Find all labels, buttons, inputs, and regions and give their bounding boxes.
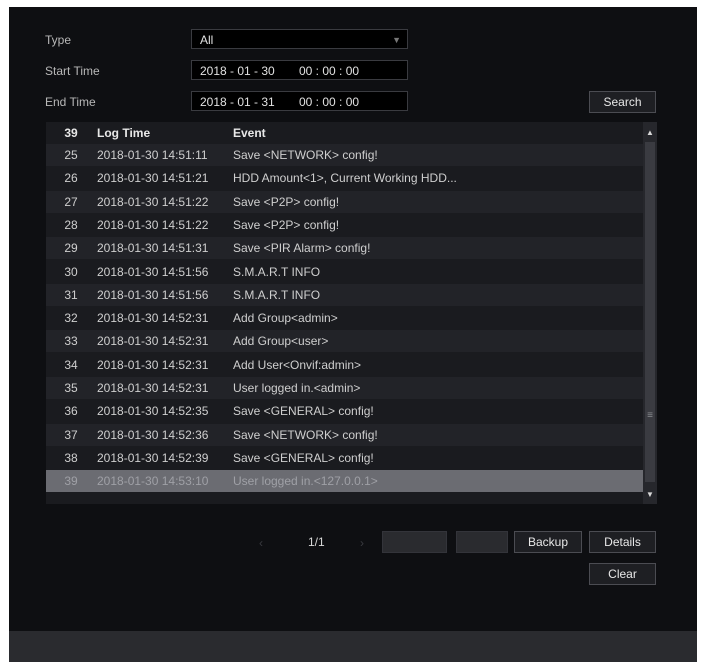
row-event: Save <NETWORK> config!: [233, 427, 378, 442]
row-number: 31: [64, 287, 78, 302]
start-date-value: 2018 - 01 - 30: [200, 64, 275, 78]
start-time-value: 00 : 00 : 00: [299, 64, 360, 78]
table-row[interactable]: 31 2018-01-30 14:51:56 S.M.A.R.T INFO: [46, 283, 643, 306]
row-number: 25: [64, 148, 78, 162]
row-event: Add User<Onvif:admin>: [233, 357, 362, 372]
header-event[interactable]: Event: [233, 122, 266, 144]
row-log-time: 2018-01-30 14:51:22: [97, 194, 209, 209]
table-row[interactable]: 32 2018-01-30 14:52:31 Add Group<admin>: [46, 307, 643, 330]
header-count: 39: [64, 126, 78, 140]
chevron-down-icon: ▼: [392, 35, 401, 45]
row-number: 28: [64, 217, 78, 232]
type-select[interactable]: All ▼: [191, 29, 408, 49]
row-number: 35: [64, 381, 78, 395]
row-number: 33: [64, 334, 78, 349]
scroll-up-icon[interactable]: ▲: [643, 128, 657, 137]
row-log-time: 2018-01-30 14:51:21: [97, 171, 209, 186]
row-event: Add Group<user>: [233, 334, 329, 349]
type-select-value: All: [200, 33, 214, 47]
table-row[interactable]: 35 2018-01-30 14:52:31 User logged in.<adm…: [46, 377, 643, 399]
start-time-label: Start Time: [45, 64, 100, 78]
row-log-time: 2018-01-30 14:52:36: [97, 427, 209, 442]
row-number: 34: [64, 357, 78, 372]
row-log-time: 2018-01-30 14:52:35: [97, 404, 209, 419]
row-log-time: 2018-01-30 14:51:56: [97, 287, 209, 302]
row-log-time: 2018-01-30 14:51:22: [97, 217, 209, 232]
row-log-time: 2018-01-30 14:51:11: [97, 148, 208, 162]
table-row[interactable]: 34 2018-01-30 14:52:31 Add User<Onvif:admi…: [46, 353, 643, 376]
table-scrollbar[interactable]: ▲ ≡ ▼: [643, 122, 657, 504]
row-log-time: 2018-01-30 14:52:31: [97, 334, 209, 349]
row-number: 26: [64, 171, 78, 186]
row-log-time: 2018-01-30 14:51:31: [97, 241, 209, 256]
row-event: Save <GENERAL> config!: [233, 404, 374, 419]
type-label: Type: [45, 33, 72, 47]
row-log-time: 2018-01-30 14:52:31: [97, 311, 209, 326]
table-row[interactable]: 27 2018-01-30 14:51:22 Save <P2P> config!: [46, 190, 643, 213]
end-date-value: 2018 - 01 - 31: [200, 95, 275, 109]
row-log-time: 2018-01-30 14:52:31: [97, 357, 209, 372]
start-time-field[interactable]: 2018 - 01 - 30 00 : 00 : 00: [191, 60, 408, 80]
page-number-input[interactable]: [382, 531, 447, 553]
row-event: S.M.A.R.T INFO: [233, 264, 321, 279]
row-log-time: 2018-01-30 14:52:31: [97, 381, 209, 395]
log-table: 39 Log Time Event 25 2018-01-30 14:51:11 S…: [46, 122, 657, 504]
clear-button[interactable]: Clear: [589, 563, 656, 585]
row-number: 30: [64, 264, 78, 279]
end-time-label: End Time: [45, 95, 96, 109]
row-event: Save <PIR Alarm> config!: [233, 241, 371, 256]
scroll-thumb[interactable]: [645, 142, 655, 482]
row-event: Save <GENERAL> config!: [233, 450, 374, 465]
row-event: S.M.A.R.T INFO: [233, 287, 321, 302]
end-time-value: 00 : 00 : 00: [299, 95, 360, 109]
row-number: 38: [64, 450, 78, 465]
next-page-icon[interactable]: ›: [360, 536, 364, 550]
row-number: 32: [64, 311, 78, 326]
row-event: Add Group<admin>: [233, 311, 338, 326]
table-row[interactable]: 38 2018-01-30 14:52:39 Save <GENERAL> conf…: [46, 446, 643, 469]
row-log-time: 2018-01-30 14:52:39: [97, 450, 209, 465]
table-row[interactable]: 28 2018-01-30 14:51:22 Save <P2P> config!: [46, 213, 643, 236]
log-panel: Type All ▼ Start Time 2018 - 01 - 30 00 …: [9, 7, 697, 662]
table-row[interactable]: 29 2018-01-30 14:51:31 Save <PIR Alarm> co…: [46, 237, 643, 260]
page-indicator: 1/1: [308, 535, 325, 549]
table-row[interactable]: 25 2018-01-30 14:51:11 Save <NETWORK> conf…: [46, 144, 643, 166]
row-number: 39: [64, 474, 78, 489]
row-log-time: 2018-01-30 14:53:10: [97, 474, 209, 489]
scroll-down-icon[interactable]: ▼: [643, 490, 657, 499]
search-button[interactable]: Search: [589, 91, 656, 113]
table-row[interactable]: 30 2018-01-30 14:51:56 S.M.A.R.T INFO: [46, 260, 643, 283]
row-event: Save <NETWORK> config!: [233, 148, 378, 162]
table-row[interactable]: 39 2018-01-30 14:53:10 User logged in.<127…: [46, 470, 643, 493]
end-time-field[interactable]: 2018 - 01 - 31 00 : 00 : 00: [191, 91, 408, 111]
row-event: Save <P2P> config!: [233, 194, 340, 209]
table-row[interactable]: 36 2018-01-30 14:52:35 Save <GENERAL> conf…: [46, 400, 643, 423]
row-number: 37: [64, 427, 78, 442]
table-row[interactable]: 33 2018-01-30 14:52:31 Add Group<user>: [46, 330, 643, 353]
header-log-time[interactable]: Log Time: [97, 122, 150, 144]
row-event: User logged in.<127.0.0.1>: [233, 474, 378, 489]
table-row[interactable]: 26 2018-01-30 14:51:21 HDD Amount<1>, Curr…: [46, 167, 643, 190]
prev-page-icon[interactable]: ‹: [259, 536, 263, 550]
row-event: Save <P2P> config!: [233, 217, 340, 232]
row-number: 36: [64, 404, 78, 419]
bottom-bar: [9, 631, 697, 662]
table-row[interactable]: 37 2018-01-30 14:52:36 Save <NETWORK> conf…: [46, 423, 643, 446]
row-event: User logged in.<admin>: [233, 381, 361, 395]
table-header: 39 Log Time Event: [46, 122, 643, 144]
row-log-time: 2018-01-30 14:51:56: [97, 264, 209, 279]
row-number: 27: [64, 194, 78, 209]
scroll-grip-icon: ≡: [647, 410, 653, 421]
row-number: 29: [64, 241, 78, 256]
go-to-page-button[interactable]: [456, 531, 508, 553]
backup-button[interactable]: Backup: [514, 531, 582, 553]
details-button[interactable]: Details: [589, 531, 656, 553]
row-event: HDD Amount<1>, Current Working HDD...: [233, 171, 457, 186]
